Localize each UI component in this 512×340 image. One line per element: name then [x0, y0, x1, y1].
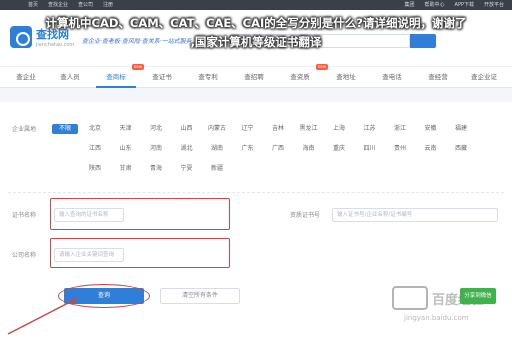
watermark-url: jingyan.baidu.com	[404, 314, 469, 322]
share-badge[interactable]: 分享到微信	[460, 288, 496, 304]
watermark-logo-icon	[392, 286, 428, 310]
